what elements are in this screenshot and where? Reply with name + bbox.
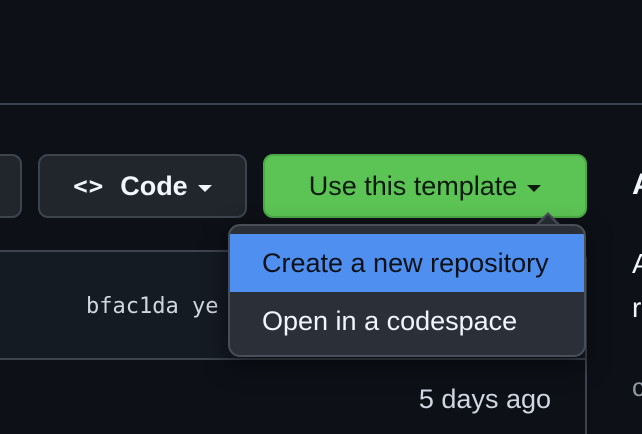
about-heading-fragment: A (632, 168, 642, 202)
link-icon-fragment: c (632, 372, 642, 402)
use-this-template-label: Use this template (308, 170, 518, 201)
header-divider (0, 103, 642, 105)
code-button-label: Code (120, 170, 188, 201)
repo-page: <> Code Use this template A A r c bfac1d… (0, 0, 642, 434)
menu-item-create-repository[interactable]: Create a new repository (230, 234, 584, 292)
code-brackets-icon: <> (73, 172, 105, 200)
menu-item-open-codespace[interactable]: Open in a codespace (230, 292, 584, 350)
use-this-template-button[interactable]: Use this template (263, 154, 587, 218)
about-text-fragment: A (632, 248, 642, 279)
chevron-down-icon (197, 184, 212, 192)
template-dropdown-menu: Create a new repository Open in a codesp… (228, 224, 586, 357)
about-text-fragment-2: r (632, 292, 642, 323)
commit-hash-link[interactable]: bfac1da ye (86, 294, 218, 319)
file-row-time: 5 days ago (418, 384, 551, 414)
partial-toolbar-button[interactable] (0, 154, 22, 218)
code-button[interactable]: <> Code (38, 154, 247, 218)
chevron-down-icon (527, 184, 542, 192)
